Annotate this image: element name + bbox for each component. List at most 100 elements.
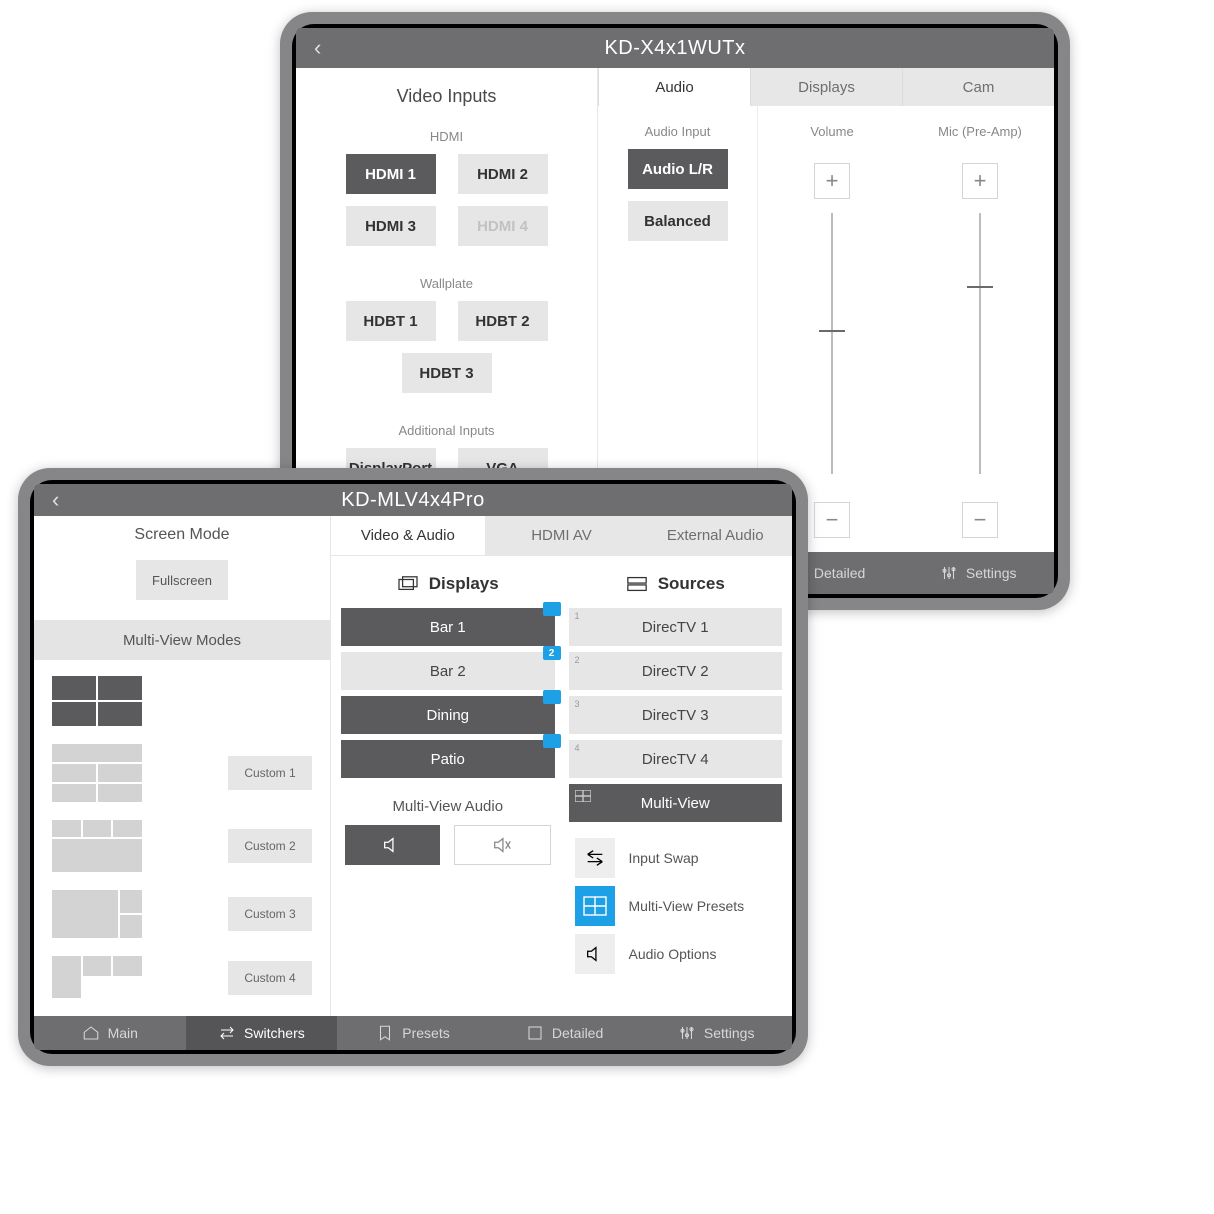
mv-presets-row[interactable]: Multi-View Presets <box>569 882 783 930</box>
mic-minus-button[interactable]: − <box>962 502 998 538</box>
hdbt-2-button[interactable]: HDBT 2 <box>458 301 548 341</box>
bookmark-icon <box>376 1024 394 1042</box>
custom-3-button[interactable]: Custom 3 <box>228 897 312 931</box>
source-label: DirecTV 3 <box>642 707 709 724</box>
source-multiview[interactable]: Multi-View <box>569 784 783 822</box>
source-directv1[interactable]: 1DirecTV 1 <box>569 608 783 646</box>
tab-cam[interactable]: Cam <box>902 68 1054 106</box>
mic-plus-button[interactable]: + <box>962 163 998 199</box>
audio-options-label: Audio Options <box>629 946 717 962</box>
wallplate-label: Wallplate <box>420 276 473 291</box>
nav-detailed[interactable]: Detailed <box>489 1016 641 1050</box>
display-label: Dining <box>426 707 469 724</box>
bottombar-front: Main Switchers Presets Detailed Settings <box>34 1016 792 1050</box>
nav-detailed-label: Detailed <box>814 565 865 581</box>
plus-icon: + <box>974 168 987 194</box>
audio-lr-button[interactable]: Audio L/R <box>628 149 728 189</box>
hdmi-2-button[interactable]: HDMI 2 <box>458 154 548 194</box>
titlebar-back: ‹ KD-X4x1WUTx <box>296 28 1054 68</box>
minus-icon: − <box>826 507 839 533</box>
hdmi-3-button[interactable]: HDMI 3 <box>346 206 436 246</box>
video-inputs-header: Video Inputs <box>397 86 497 107</box>
mv-preset-c[interactable] <box>52 890 142 938</box>
multiview-modes-area: Custom 1 Custom 2 Custom 3 Custom 4 <box>34 660 330 1016</box>
page-title: KD-X4x1WUTx <box>296 37 1054 60</box>
grid-badge-icon <box>543 690 561 704</box>
source-directv2[interactable]: 2DirecTV 2 <box>569 652 783 690</box>
grid-badge-icon <box>543 734 561 748</box>
nav-presets[interactable]: Presets <box>337 1016 489 1050</box>
tab-audio[interactable]: Audio <box>598 68 750 106</box>
source-directv4[interactable]: 4DirecTV 4 <box>569 740 783 778</box>
hdmi-1-button[interactable]: HDMI 1 <box>346 154 436 194</box>
nav-settings[interactable]: Settings <box>640 1016 792 1050</box>
mv-preset-a[interactable] <box>52 744 142 802</box>
displays-col: Displays Bar 1 Bar 22 Dining Patio Multi… <box>341 574 555 1006</box>
mv-presets-label: Multi-View Presets <box>629 898 745 914</box>
src-idx: 4 <box>575 743 580 753</box>
nav-main[interactable]: Main <box>34 1016 186 1050</box>
sliders-icon <box>940 564 958 582</box>
tab-video-audio[interactable]: Video & Audio <box>331 516 485 555</box>
additional-label: Additional Inputs <box>398 423 494 438</box>
mv-audio-on-button[interactable] <box>345 825 440 865</box>
custom-4-button[interactable]: Custom 4 <box>228 961 312 995</box>
grid-icon <box>575 886 615 926</box>
volume-plus-button[interactable]: + <box>814 163 850 199</box>
input-swap-row[interactable]: Input Swap <box>569 834 783 882</box>
display-bar1[interactable]: Bar 1 <box>341 608 555 646</box>
volume-slider[interactable] <box>831 213 833 474</box>
mv-preset-2x2[interactable] <box>52 676 142 726</box>
display-patio[interactable]: Patio <box>341 740 555 778</box>
custom-1-button[interactable]: Custom 1 <box>228 756 312 790</box>
nav-switchers-label: Switchers <box>244 1025 305 1041</box>
back-icon[interactable]: ‹ <box>52 487 59 513</box>
tab-external-audio[interactable]: External Audio <box>638 516 792 555</box>
screen-mode-header: Screen Mode <box>134 526 229 544</box>
swap-icon <box>575 838 615 878</box>
src-idx: 2 <box>575 655 580 665</box>
tab-displays[interactable]: Displays <box>750 68 902 106</box>
balanced-button[interactable]: Balanced <box>628 201 728 241</box>
volume-thumb[interactable] <box>819 330 845 332</box>
audio-options-row[interactable]: Audio Options <box>569 930 783 978</box>
mic-thumb[interactable] <box>967 286 993 288</box>
source-label: Multi-View <box>641 795 710 812</box>
ipad-front: ‹ KD-MLV4x4Pro Screen Mode Fullscreen Mu… <box>18 468 808 1066</box>
hdbt-3-button[interactable]: HDBT 3 <box>402 353 492 393</box>
sources-col: Sources 1DirecTV 1 2DirecTV 2 3DirecTV 3… <box>569 574 783 1006</box>
hdmi-label: HDMI <box>430 129 463 144</box>
swap-icon <box>218 1024 236 1042</box>
nav-presets-label: Presets <box>402 1025 449 1041</box>
source-directv3[interactable]: 3DirecTV 3 <box>569 696 783 734</box>
mv-audio-mute-button[interactable] <box>454 825 551 865</box>
mv-preset-d[interactable] <box>52 956 142 1000</box>
displays-icon <box>397 575 419 593</box>
speaker-icon <box>575 934 615 974</box>
screen-front: ‹ KD-MLV4x4Pro Screen Mode Fullscreen Mu… <box>34 484 792 1050</box>
display-dining[interactable]: Dining <box>341 696 555 734</box>
sources-icon <box>626 575 648 593</box>
sources-header: Sources <box>569 574 783 594</box>
sliders-icon <box>678 1024 696 1042</box>
grid-badge-icon <box>543 602 561 616</box>
nav-settings-label: Settings <box>704 1025 755 1041</box>
custom-2-button[interactable]: Custom 2 <box>228 829 312 863</box>
volume-minus-button[interactable]: − <box>814 502 850 538</box>
tab-hdmi-av[interactable]: HDMI AV <box>485 516 639 555</box>
titlebar-front: ‹ KD-MLV4x4Pro <box>34 484 792 516</box>
sources-header-label: Sources <box>658 574 725 594</box>
fullscreen-button[interactable]: Fullscreen <box>136 560 228 600</box>
mic-slider[interactable] <box>979 213 981 474</box>
nav-switchers[interactable]: Switchers <box>186 1016 338 1050</box>
back-icon[interactable]: ‹ <box>314 35 321 61</box>
hdbt-1-button[interactable]: HDBT 1 <box>346 301 436 341</box>
content-front: Screen Mode Fullscreen Multi-View Modes … <box>34 516 792 1016</box>
page-title: KD-MLV4x4Pro <box>34 489 792 512</box>
audio-input-label: Audio Input <box>645 124 711 139</box>
screen-mode-panel: Screen Mode Fullscreen Multi-View Modes … <box>34 516 330 1016</box>
display-label: Bar 2 <box>430 663 466 680</box>
mv-preset-b[interactable] <box>52 820 142 872</box>
display-bar2[interactable]: Bar 22 <box>341 652 555 690</box>
nav-settings-back[interactable]: Settings <box>902 552 1054 594</box>
